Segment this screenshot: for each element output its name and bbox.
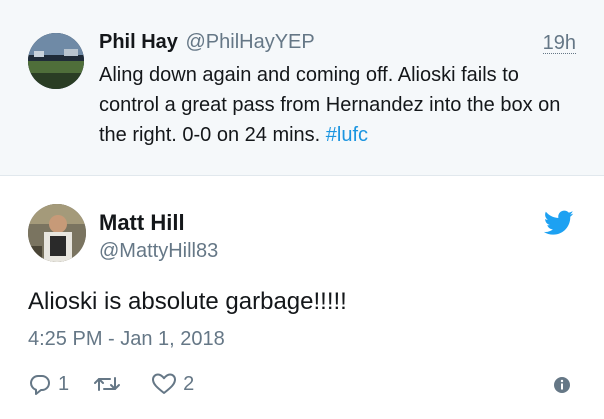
retweet-button[interactable] bbox=[93, 372, 127, 396]
reply-count: 1 bbox=[58, 372, 70, 395]
tweet-divider bbox=[0, 175, 604, 176]
tweet-screenshot: Phil Hay @PhilHayYEP 19h Aling down agai… bbox=[0, 0, 604, 419]
like-button[interactable]: 2 bbox=[151, 372, 194, 396]
heart-icon bbox=[151, 372, 177, 396]
hashtag-link[interactable]: #lufc bbox=[326, 124, 368, 146]
parent-timestamp[interactable]: 19h bbox=[542, 33, 576, 54]
parent-avatar[interactable] bbox=[28, 33, 84, 89]
like-count: 2 bbox=[183, 372, 195, 395]
parent-tweet-text: Aling down again and coming off. Alioski… bbox=[99, 60, 579, 150]
main-tweet-timestamp[interactable]: 4:25 PM - Jan 1, 2018 bbox=[28, 328, 225, 351]
main-author-handle[interactable]: @MattyHill83 bbox=[99, 240, 218, 263]
reply-button[interactable]: 1 bbox=[28, 372, 69, 396]
twitter-bird-icon[interactable] bbox=[543, 210, 574, 236]
parent-author[interactable]: Phil Hay @PhilHayYEP bbox=[99, 31, 315, 54]
retweet-icon bbox=[93, 372, 121, 396]
parent-author-name[interactable]: Phil Hay bbox=[99, 31, 178, 53]
parent-author-handle[interactable]: @PhilHayYEP bbox=[185, 31, 314, 53]
main-author-name[interactable]: Matt Hill bbox=[99, 210, 185, 236]
parent-tweet[interactable]: Phil Hay @PhilHayYEP 19h Aling down agai… bbox=[0, 0, 604, 175]
main-avatar[interactable] bbox=[28, 204, 86, 262]
reply-icon bbox=[28, 372, 52, 396]
info-icon[interactable] bbox=[553, 376, 571, 394]
tweet-actions: 1 2 bbox=[28, 370, 218, 398]
main-tweet-text: Alioski is absolute garbage!!!!! bbox=[28, 288, 347, 315]
